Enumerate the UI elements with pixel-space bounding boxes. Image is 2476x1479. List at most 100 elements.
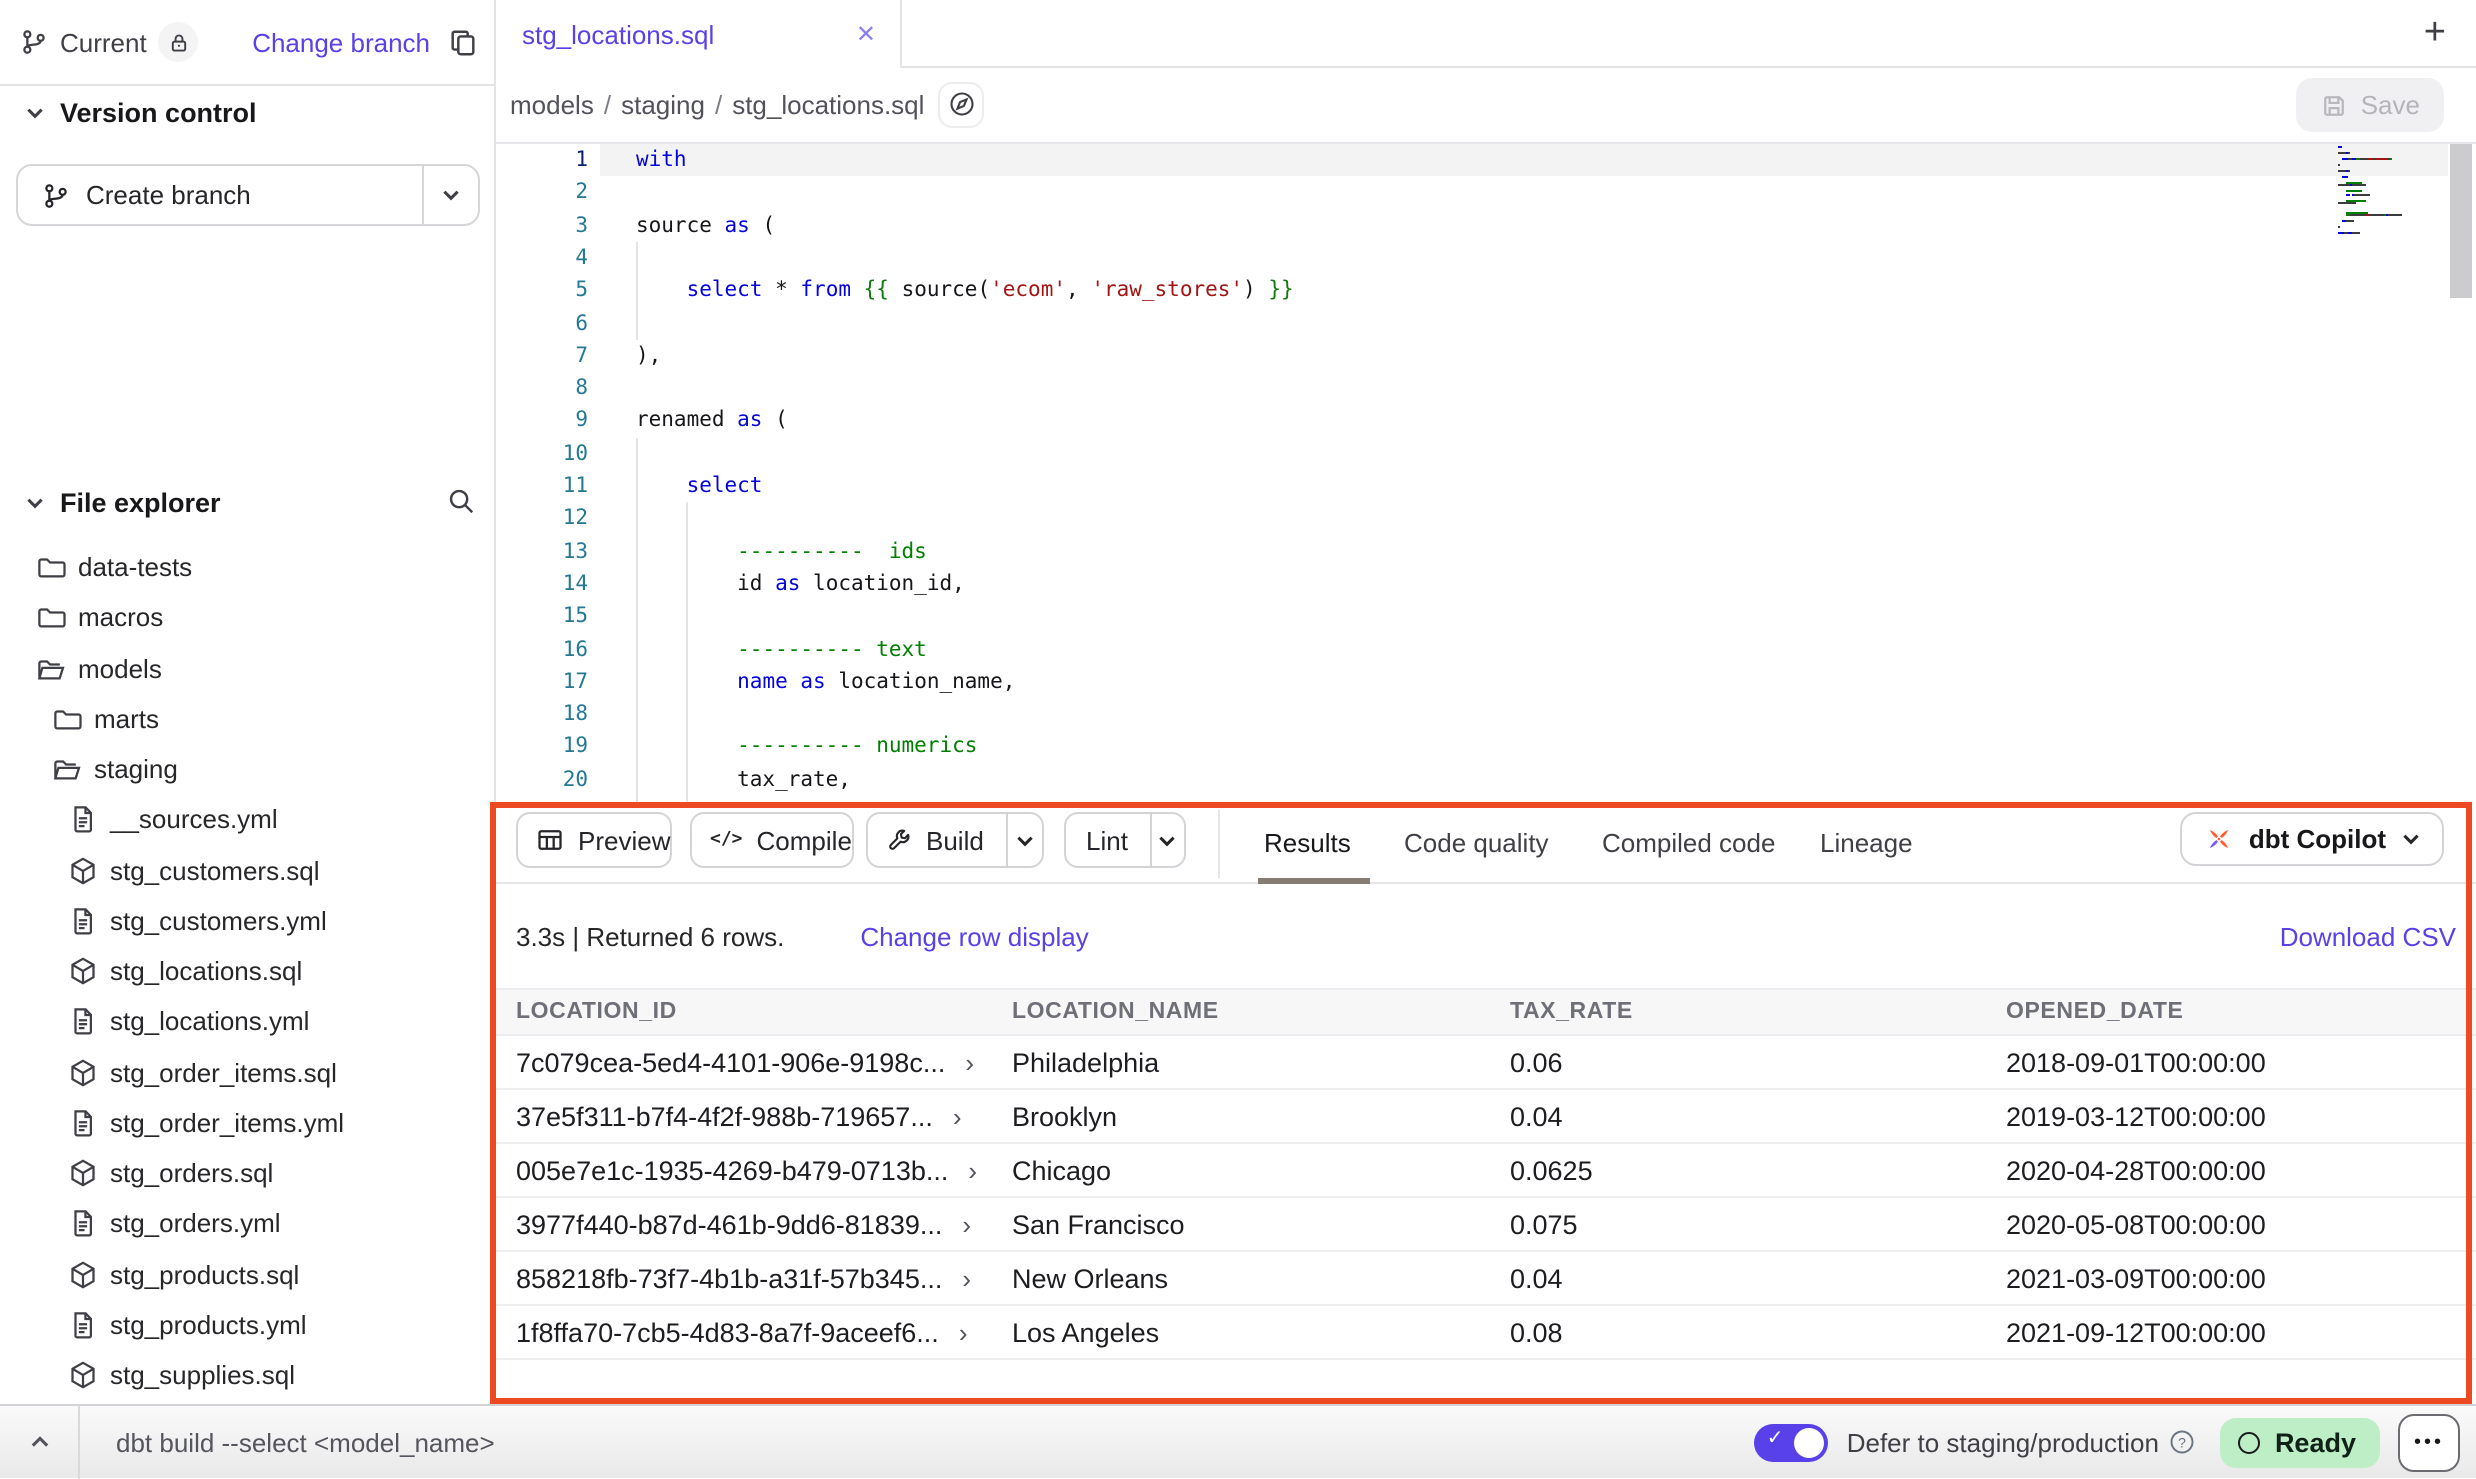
file-tree-item-stg-customers-sql[interactable]: stg_customers.sql (0, 845, 496, 896)
more-options-button[interactable]: ••• (2398, 1413, 2460, 1471)
close-icon[interactable]: ✕ (856, 20, 876, 48)
version-control-header[interactable]: Version control (0, 92, 494, 132)
file-explorer-header[interactable]: File explorer (0, 482, 494, 522)
column-location-name[interactable]: LOCATION_NAME (1012, 1000, 1510, 1024)
file-tree-item-stg-orders-sql[interactable]: stg_orders.sql (0, 1148, 496, 1199)
ide-status-button[interactable]: Ready (2221, 1417, 2380, 1467)
tab-lineage[interactable]: Lineage (1820, 802, 1913, 884)
minimap-slider[interactable] (2450, 143, 2472, 297)
column-location-id[interactable]: LOCATION_ID (516, 1000, 1012, 1024)
chevron-up-icon[interactable] (28, 1430, 52, 1454)
model-icon (68, 1158, 98, 1188)
breadcrumb-staging[interactable]: staging (621, 90, 705, 120)
column-tax-rate[interactable]: TAX_RATE (1510, 1000, 2006, 1024)
cell-location-id: 005e7e1c-1935-4269-b479-0713b... (516, 1155, 948, 1185)
code-line-16: ---------- text (636, 633, 927, 666)
file-tree-item-macros[interactable]: macros (0, 593, 496, 644)
indent-guide (636, 437, 638, 802)
tab-results[interactable]: Results (1264, 802, 1351, 884)
tab-code-quality[interactable]: Code quality (1404, 802, 1549, 884)
chevron-down-icon (24, 491, 46, 513)
line-number: 14 (496, 568, 588, 601)
code-line-1: with (636, 144, 687, 177)
table-row: 7c079cea-5ed4-4101-906e-9198c...›Philade… (496, 1036, 2476, 1090)
file-name: stg_products.yml (110, 1310, 307, 1340)
preview-button[interactable]: Preview (516, 812, 672, 868)
build-label: Build (926, 825, 1006, 855)
file-name: staging (94, 754, 178, 784)
file-tree-item-stg-order-items-sql[interactable]: stg_order_items.sql (0, 1047, 496, 1098)
file-tree-item-models[interactable]: models (0, 643, 496, 694)
defer-label: Defer to staging/production (1847, 1427, 2159, 1457)
download-csv-link[interactable]: Download CSV (2280, 921, 2456, 951)
code-line-11: select (636, 470, 762, 503)
file-tree-item-stg-supplies-sql[interactable]: stg_supplies.sql (0, 1350, 496, 1401)
file-name: data-tests (78, 552, 192, 582)
command-input[interactable]: dbt build --select <model_name> (116, 1427, 495, 1457)
current-branch-label: Current (60, 27, 147, 57)
line-number: 11 (496, 470, 588, 503)
search-icon[interactable] (446, 486, 476, 516)
compile-button[interactable]: </> Compile (690, 812, 854, 868)
model-icon (68, 1259, 98, 1289)
build-dropdown[interactable] (1007, 829, 1042, 851)
line-number: 4 (496, 242, 588, 275)
file-tree-item-stg-customers-yml[interactable]: stg_customers.yml (0, 896, 496, 947)
cell-location-id: 37e5f311-b7f4-4f2f-988b-719657... (516, 1101, 933, 1131)
expand-row-icon[interactable]: › (959, 1319, 968, 1345)
expand-row-icon[interactable]: › (962, 1211, 971, 1237)
create-branch-dropdown[interactable] (422, 166, 478, 224)
file-tree-item--sources-yml[interactable]: __sources.yml (0, 795, 496, 846)
expand-row-icon[interactable]: › (962, 1265, 971, 1291)
file-tree-item-stg-locations-yml[interactable]: stg_locations.yml (0, 997, 496, 1048)
expand-row-icon[interactable]: › (953, 1103, 962, 1129)
lint-dropdown[interactable] (1151, 829, 1184, 851)
new-tab-button[interactable]: + (2424, 8, 2446, 60)
file-tree-item-stg-locations-sql[interactable]: stg_locations.sql (0, 946, 496, 997)
file-tree-item-stg-products-yml[interactable]: stg_products.yml (0, 1300, 496, 1351)
column-opened-date[interactable]: OPENED_DATE (2006, 1000, 2476, 1024)
file-tree-item-data-tests[interactable]: data-tests (0, 542, 496, 593)
breadcrumb-models[interactable]: models (510, 90, 594, 120)
change-row-display-link[interactable]: Change row display (860, 921, 1088, 951)
breadcrumb: models/staging/stg_locations.sql (510, 90, 924, 120)
line-number: 15 (496, 600, 588, 633)
doc-icon (68, 1007, 98, 1037)
file-tree-item-marts[interactable]: marts (0, 694, 496, 745)
change-branch-link[interactable]: Change branch (252, 27, 430, 57)
line-number: 2 (496, 177, 588, 210)
copy-icon[interactable] (448, 27, 478, 57)
navigate-icon[interactable] (940, 84, 982, 126)
doc-icon (68, 1209, 98, 1239)
code-editor[interactable]: 123456789101112131415161718192021 withso… (496, 143, 2476, 802)
file-tree-item-stg-products-sql[interactable]: stg_products.sql (0, 1249, 496, 1300)
cell: 2021-03-09T00:00:00 (2006, 1263, 2476, 1293)
file-tree-item-stg-order-items-yml[interactable]: stg_order_items.yml (0, 1098, 496, 1149)
dbt-copilot-button[interactable]: dbt Copilot (2181, 812, 2444, 866)
defer-toggle[interactable]: ✓ (1755, 1423, 1829, 1461)
query-status: 3.3s | Returned 6 rows. (516, 921, 784, 951)
help-icon[interactable]: ? (2169, 1428, 2197, 1456)
doc-icon (68, 805, 98, 835)
minimap[interactable] (2338, 145, 2442, 235)
file-tree-item-stg-orders-yml[interactable]: stg_orders.yml (0, 1199, 496, 1250)
file-name: stg_order_items.sql (110, 1057, 337, 1087)
code-line-9: renamed as ( (636, 405, 788, 438)
compile-label: Compile (757, 825, 874, 855)
breadcrumb-bar: models/staging/stg_locations.sql Save (496, 68, 2476, 143)
chevron-down-icon (440, 184, 462, 206)
file-tree-item-staging[interactable]: staging (0, 744, 496, 795)
main-area: stg_locations.sql ✕ + models/staging/stg… (496, 0, 2476, 1404)
build-button[interactable]: Build (866, 812, 1044, 868)
save-button[interactable]: Save (2297, 78, 2444, 132)
create-branch-button[interactable]: Create branch (16, 164, 480, 226)
tab-stg-locations-sql[interactable]: stg_locations.sql ✕ (496, 0, 902, 68)
cell: 2020-05-08T00:00:00 (2006, 1209, 2476, 1239)
model-icon (68, 1360, 98, 1390)
results-panel: Preview </> Compile Build (496, 802, 2476, 1404)
expand-row-icon[interactable]: › (968, 1157, 977, 1183)
cell: Brooklyn (1012, 1101, 1510, 1131)
lint-button[interactable]: Lint (1064, 812, 1186, 868)
expand-row-icon[interactable]: › (965, 1049, 974, 1075)
tab-compiled-code[interactable]: Compiled code (1602, 802, 1775, 884)
